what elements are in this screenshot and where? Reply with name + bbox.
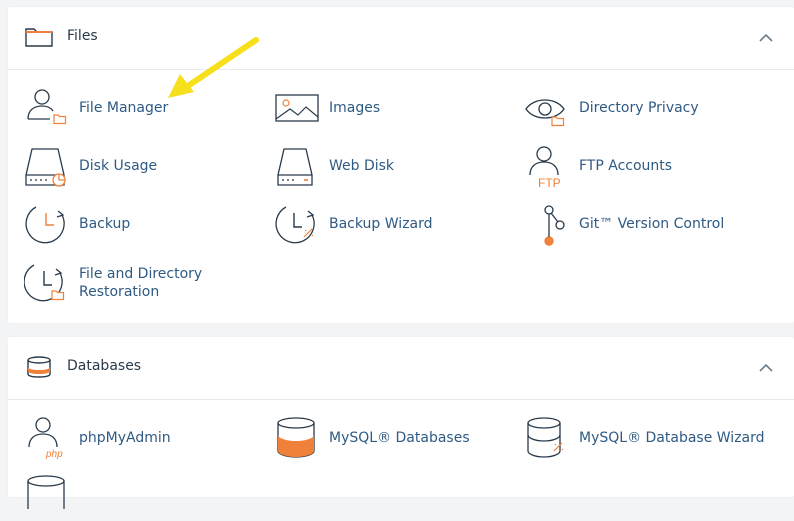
databases-panel: Databases php phpMyAdmin MySQL® Database…: [8, 337, 794, 509]
images-link[interactable]: Images: [274, 85, 514, 133]
database-icon: [24, 355, 54, 379]
restoration-link[interactable]: File and Directory Restoration: [24, 259, 264, 307]
disk-usage-link[interactable]: Disk Usage: [24, 143, 264, 191]
restoration-label: File and Directory Restoration: [79, 266, 203, 300]
next-database-item[interactable]: [24, 473, 264, 521]
mysql-databases-link[interactable]: MySQL® Databases: [274, 415, 514, 463]
ftp-accounts-link[interactable]: FTP FTP Accounts: [524, 143, 764, 191]
file-manager-icon: [24, 85, 70, 131]
disk-usage-label: Disk Usage: [79, 158, 158, 174]
mysql-wizard-link[interactable]: MySQL® Database Wizard: [524, 415, 765, 463]
git-icon: [524, 201, 570, 247]
backup-wizard-label: Backup Wizard: [329, 216, 433, 232]
php-icon-text: php: [45, 449, 63, 460]
backup-link[interactable]: Backup: [24, 201, 264, 249]
chevron-up-icon[interactable]: [757, 31, 775, 45]
disk-usage-icon: [24, 143, 70, 189]
directory-privacy-link[interactable]: Directory Privacy: [524, 85, 764, 133]
backup-label: Backup: [79, 216, 131, 232]
backup-wizard-icon: [274, 201, 320, 247]
git-version-control-label: Git™ Version Control: [579, 216, 725, 232]
directory-privacy-label: Directory Privacy: [579, 100, 699, 116]
phpmyadmin-icon: php: [24, 415, 70, 461]
file-manager-label: File Manager: [79, 100, 169, 116]
folder-icon: [24, 25, 54, 49]
images-icon: [274, 85, 320, 131]
ftp-icon-text: FTP: [538, 176, 561, 189]
ftp-accounts-icon: FTP: [524, 143, 570, 189]
restoration-icon: [24, 259, 70, 305]
mysql-databases-icon: [274, 415, 320, 461]
backup-icon: [24, 201, 70, 247]
files-panel-title: Files: [67, 28, 98, 44]
mysql-databases-label: MySQL® Databases: [329, 430, 470, 446]
web-disk-link[interactable]: Web Disk: [274, 143, 514, 191]
mysql-wizard-label: MySQL® Database Wizard: [579, 430, 765, 446]
mysql-wizard-icon: [524, 415, 570, 461]
ftp-accounts-label: FTP Accounts: [579, 158, 673, 174]
images-label: Images: [329, 100, 381, 116]
databases-panel-title: Databases: [67, 358, 142, 374]
files-panel: Files File Manager Images Directory Priv…: [8, 7, 794, 323]
backup-wizard-link[interactable]: Backup Wizard: [274, 201, 514, 249]
annotation-arrow: [168, 37, 259, 98]
web-disk-label: Web Disk: [329, 158, 395, 174]
database-item-icon: [24, 473, 70, 519]
web-disk-icon: [274, 143, 320, 189]
chevron-up-icon[interactable]: [757, 361, 775, 375]
git-version-control-link[interactable]: Git™ Version Control: [524, 201, 764, 249]
phpmyadmin-label: phpMyAdmin: [79, 430, 171, 446]
files-panel-header[interactable]: Files: [8, 7, 794, 70]
phpmyadmin-link[interactable]: php phpMyAdmin: [24, 415, 264, 463]
databases-panel-header[interactable]: Databases: [8, 337, 794, 400]
directory-privacy-icon: [524, 85, 570, 131]
